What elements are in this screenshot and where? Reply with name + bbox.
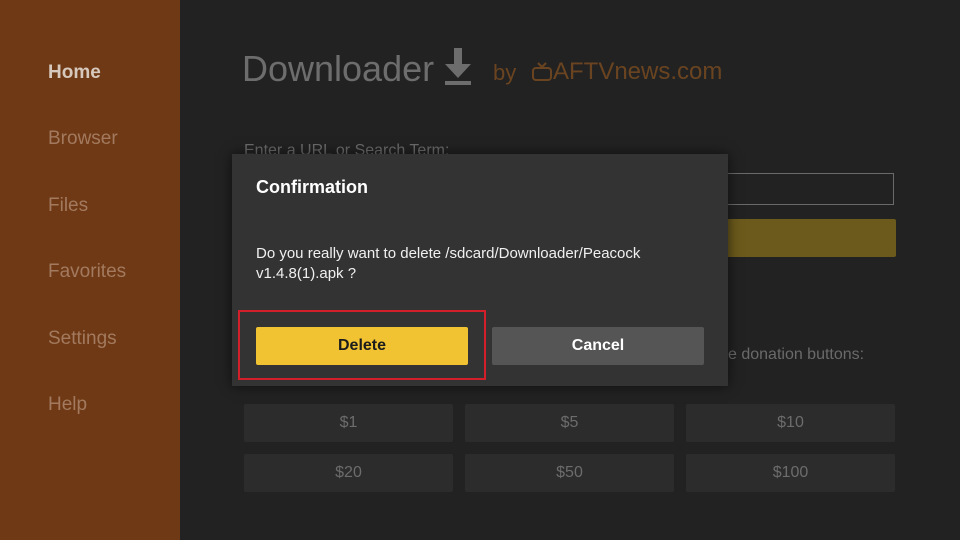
dialog-title: Confirmation — [256, 177, 368, 197]
donate-button-5[interactable]: $5 — [465, 404, 674, 442]
sidebar-item-home[interactable]: Home — [48, 62, 101, 84]
sidebar: Home Browser Files Favorites Settings He… — [0, 0, 180, 540]
dialog-message: Do you really want to delete /sdcard/Dow… — [256, 245, 641, 282]
app-title: Downloader — [242, 48, 435, 89]
donate-button-20[interactable]: $20 — [244, 454, 453, 492]
brand-name: AFTVnews.com — [553, 58, 723, 85]
sidebar-item-favorites[interactable]: Favorites — [48, 261, 126, 283]
delete-button[interactable]: Delete — [256, 327, 468, 365]
cancel-button[interactable]: Cancel — [492, 327, 704, 365]
sidebar-item-help[interactable]: Help — [48, 394, 87, 416]
download-arrow-icon — [445, 48, 471, 85]
sidebar-item-settings[interactable]: Settings — [48, 328, 117, 350]
downloader-app: Home Browser Files Favorites Settings He… — [0, 0, 960, 540]
tv-icon — [532, 62, 552, 81]
sidebar-item-files[interactable]: Files — [48, 195, 88, 217]
sidebar-item-browser[interactable]: Browser — [48, 128, 118, 150]
by-label: by — [493, 60, 517, 85]
donate-button-10[interactable]: $10 — [686, 404, 895, 442]
donate-button-50[interactable]: $50 — [465, 454, 674, 492]
donate-button-1[interactable]: $1 — [244, 404, 453, 442]
donation-label: se donation buttons: — [720, 346, 865, 363]
donate-button-100[interactable]: $100 — [686, 454, 895, 492]
confirmation-dialog: Confirmation Do you really want to delet… — [232, 154, 728, 386]
